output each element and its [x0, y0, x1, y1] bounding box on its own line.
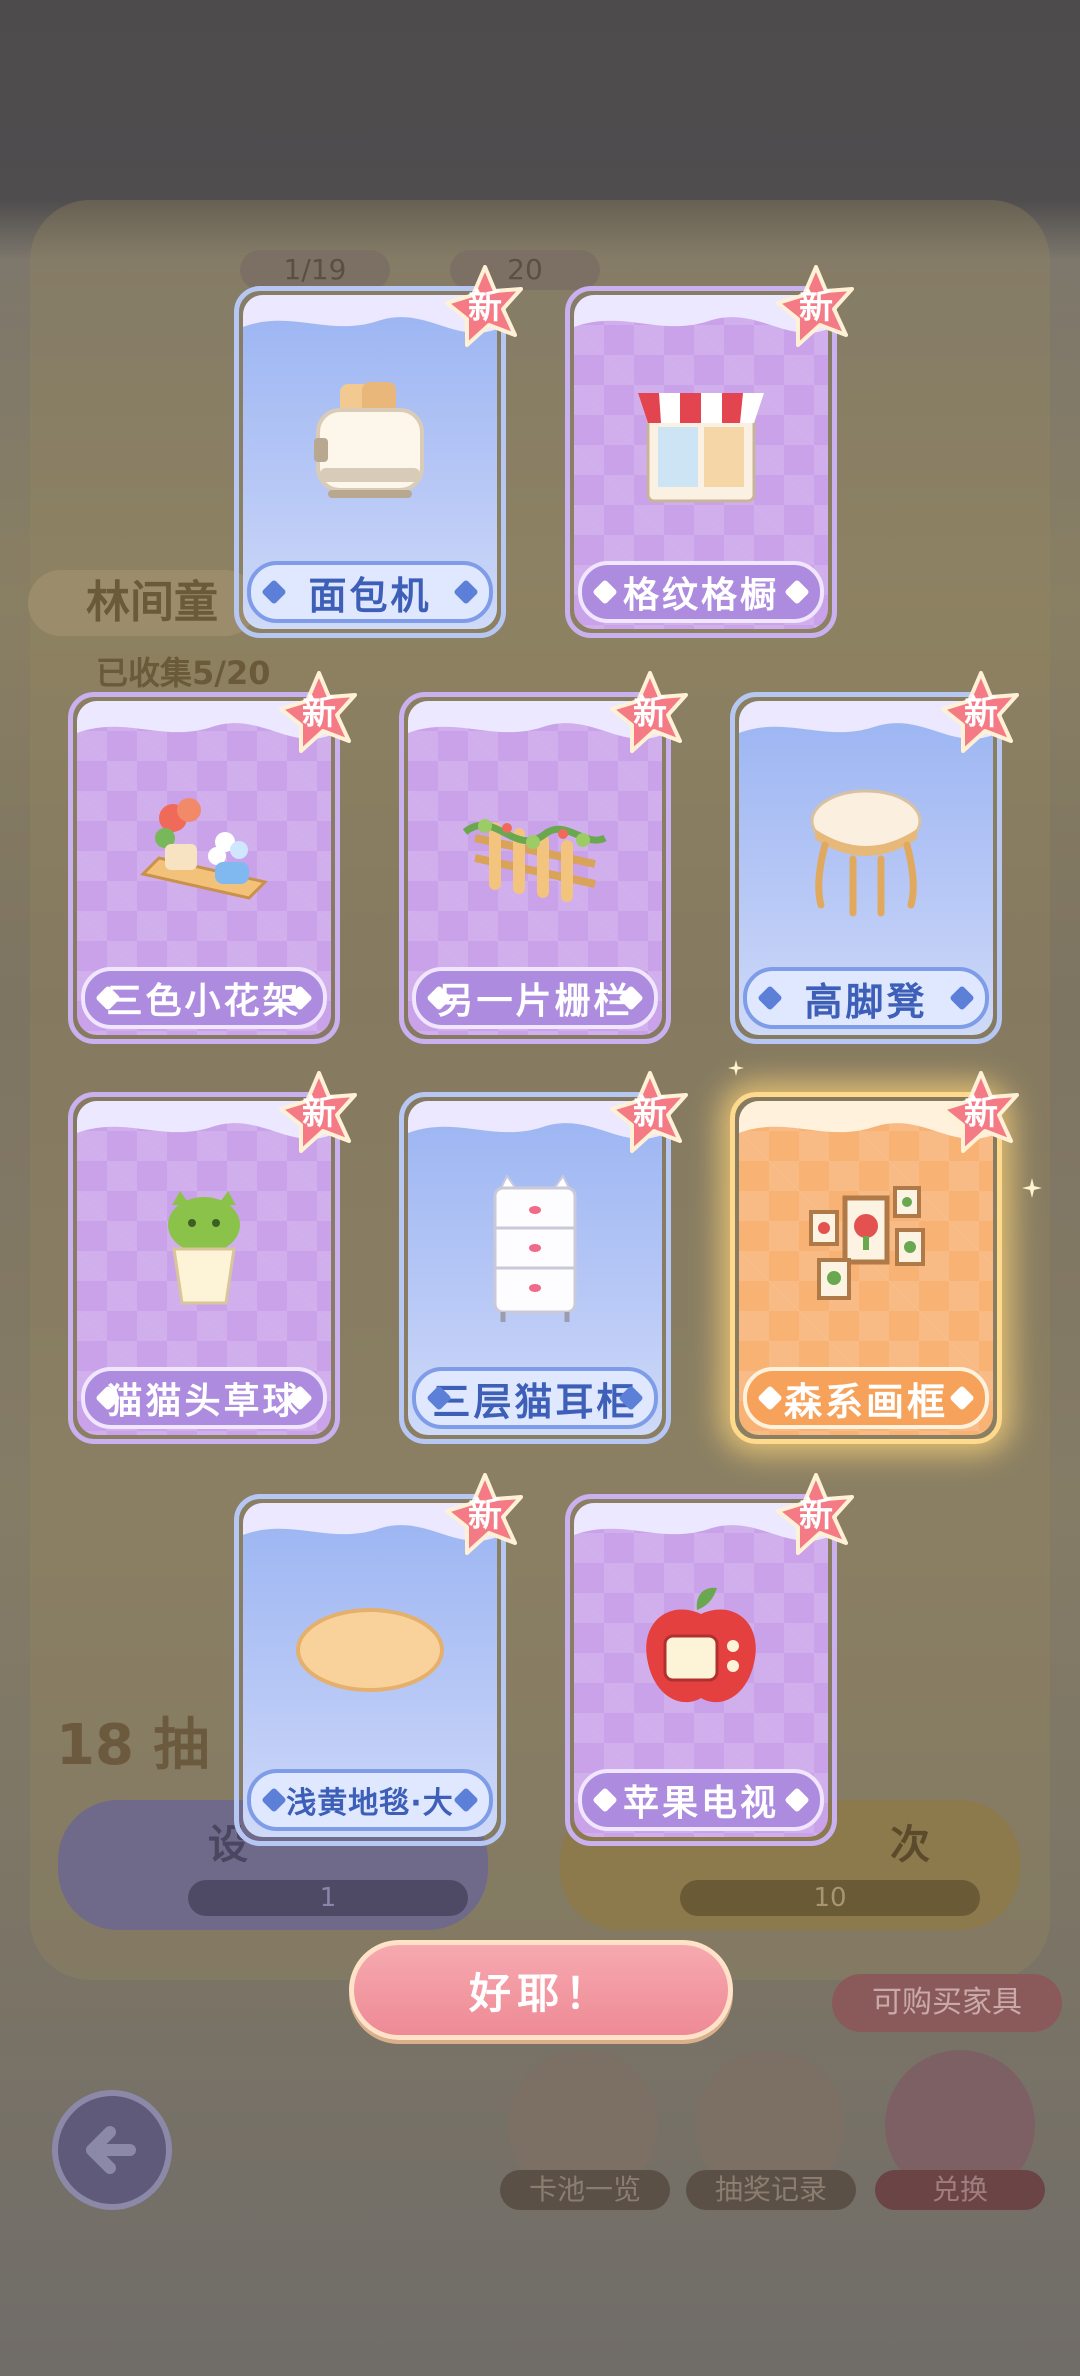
new-badge: 新 — [443, 265, 527, 349]
card-label: 猫猫头草球 — [81, 1367, 327, 1429]
back-button[interactable] — [52, 2090, 172, 2210]
new-badge: 新 — [277, 1071, 361, 1155]
new-badge: 新 — [774, 265, 858, 349]
card-cat-grass-pot[interactable]: 猫猫头草球 新 — [68, 1071, 357, 1444]
card-toaster[interactable]: 面包机 新 — [234, 265, 523, 638]
cat-ear-cabinet-icon — [493, 1174, 577, 1322]
fence-icon — [462, 818, 607, 902]
new-badge: 新 — [277, 671, 361, 755]
sparkle-icon — [728, 1060, 744, 1076]
bg-buyable-tag: 可购买家具 — [832, 1974, 1062, 2032]
card-yellow-rug[interactable]: 浅黄地毯·大 新 — [234, 1473, 523, 1846]
confirm-button[interactable]: 好耶！ — [349, 1940, 733, 2040]
apple-tv-icon — [646, 1587, 756, 1703]
card-label: 面包机 — [247, 561, 493, 623]
stool-icon — [810, 789, 922, 917]
card-label: 森系画框 — [743, 1367, 989, 1429]
bg-set-title: 林间童 — [28, 570, 258, 636]
card-label: 三色小花架 — [81, 967, 327, 1029]
card-checkered-cabinet[interactable]: 格纹格橱 新 — [565, 265, 854, 638]
toaster-icon — [314, 381, 424, 498]
new-badge: 新 — [443, 1473, 527, 1557]
nav-draw-history[interactable]: 抽奖记录 — [686, 2170, 856, 2210]
card-label: 苹果电视 — [578, 1769, 824, 1831]
card-fence[interactable]: 另一片栅栏 新 — [399, 671, 688, 1044]
new-badge: 新 — [608, 671, 692, 755]
flower-shelf-icon — [140, 797, 268, 900]
card-label: 另一片栅栏 — [412, 967, 658, 1029]
new-badge: 新 — [774, 1473, 858, 1557]
bg-draws-left: 18 抽 — [56, 1713, 210, 1778]
card-label: 三层猫耳柜 — [412, 1367, 658, 1429]
new-badge: 新 — [939, 671, 1023, 755]
nav-pool-overview[interactable]: 卡池一览 — [500, 2170, 670, 2210]
new-badge: 新 — [939, 1071, 1023, 1155]
checkered-cabinet-icon — [638, 392, 764, 503]
nav-exchange[interactable]: 兑换 — [875, 2170, 1045, 2210]
card-stool[interactable]: 高脚凳 新 — [730, 671, 1019, 1044]
cat-grass-pot-icon — [168, 1190, 240, 1305]
bg-collected-count: 已收集5/20 — [96, 654, 271, 692]
card-label: 浅黄地毯·大 — [247, 1769, 493, 1831]
card-cat-ear-cabinet[interactable]: 三层猫耳柜 新 — [399, 1071, 688, 1444]
yellow-rug-icon — [296, 1607, 444, 1692]
bg-counter-left: 1/19 — [240, 250, 390, 290]
card-label: 格纹格橱 — [578, 561, 824, 623]
picture-frames-icon — [809, 1185, 925, 1300]
new-badge: 新 — [608, 1071, 692, 1155]
back-arrow-icon — [86, 2126, 136, 2174]
card-picture-frames[interactable]: 森系画框 新 — [730, 1071, 1019, 1444]
sparkle-icon — [1022, 1178, 1042, 1198]
card-flower-shelf[interactable]: 三色小花架 新 — [68, 671, 357, 1044]
card-label: 高脚凳 — [743, 967, 989, 1029]
card-apple-tv[interactable]: 苹果电视 新 — [565, 1473, 854, 1846]
